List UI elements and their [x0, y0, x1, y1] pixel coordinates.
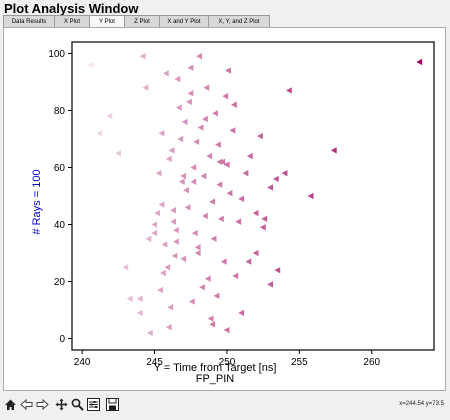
plot-frame	[71, 41, 435, 351]
y-tick-label: 40	[54, 220, 66, 231]
x-tick-label: 255	[291, 357, 308, 368]
tab-bar: Data Results X Plot Y Plot Z Plot X and …	[3, 15, 270, 27]
x-tick-label: 240	[74, 357, 91, 368]
pan-icon[interactable]	[54, 397, 69, 412]
y-tick-label: 0	[59, 334, 65, 345]
tab-y-plot[interactable]: Y Plot	[89, 15, 125, 27]
y-axis-label: # Rays = 100	[31, 169, 43, 234]
y-tick-label: 80	[54, 106, 66, 117]
x-tick-label: 260	[363, 357, 380, 368]
back-icon[interactable]	[19, 397, 34, 412]
y-tick-label: 60	[54, 163, 66, 174]
y-tick-label: 100	[48, 49, 65, 60]
tab-x-y-z-plot[interactable]: X, Y, and Z Plot	[208, 15, 270, 27]
cursor-coordinates: x=244.54 y=73.5	[399, 401, 444, 407]
window-title: Plot Analysis Window	[4, 1, 139, 16]
tab-x-and-y-plot[interactable]: X and Y Plot	[159, 15, 209, 27]
plot-toolbar	[3, 395, 121, 413]
tab-data-results[interactable]: Data Results	[3, 15, 55, 27]
plot-panel: 240 245 250 255 260 0 20 40 60 80 100 Y = Time fro…	[3, 27, 446, 391]
tab-x-plot[interactable]: X Plot	[54, 15, 90, 27]
forward-icon[interactable]	[35, 397, 50, 412]
save-icon[interactable]	[105, 397, 120, 412]
zoom-icon[interactable]	[70, 397, 85, 412]
tab-z-plot[interactable]: Z Plot	[124, 15, 160, 27]
scatter-plot[interactable]: 240 245 250 255 260020406080100 Y = Time fro…	[4, 28, 445, 390]
x-axis-sublabel: FP_PIN	[196, 373, 235, 385]
home-icon[interactable]	[3, 397, 18, 412]
configure-subplots-icon[interactable]	[86, 397, 101, 412]
y-tick-label: 20	[54, 277, 66, 288]
